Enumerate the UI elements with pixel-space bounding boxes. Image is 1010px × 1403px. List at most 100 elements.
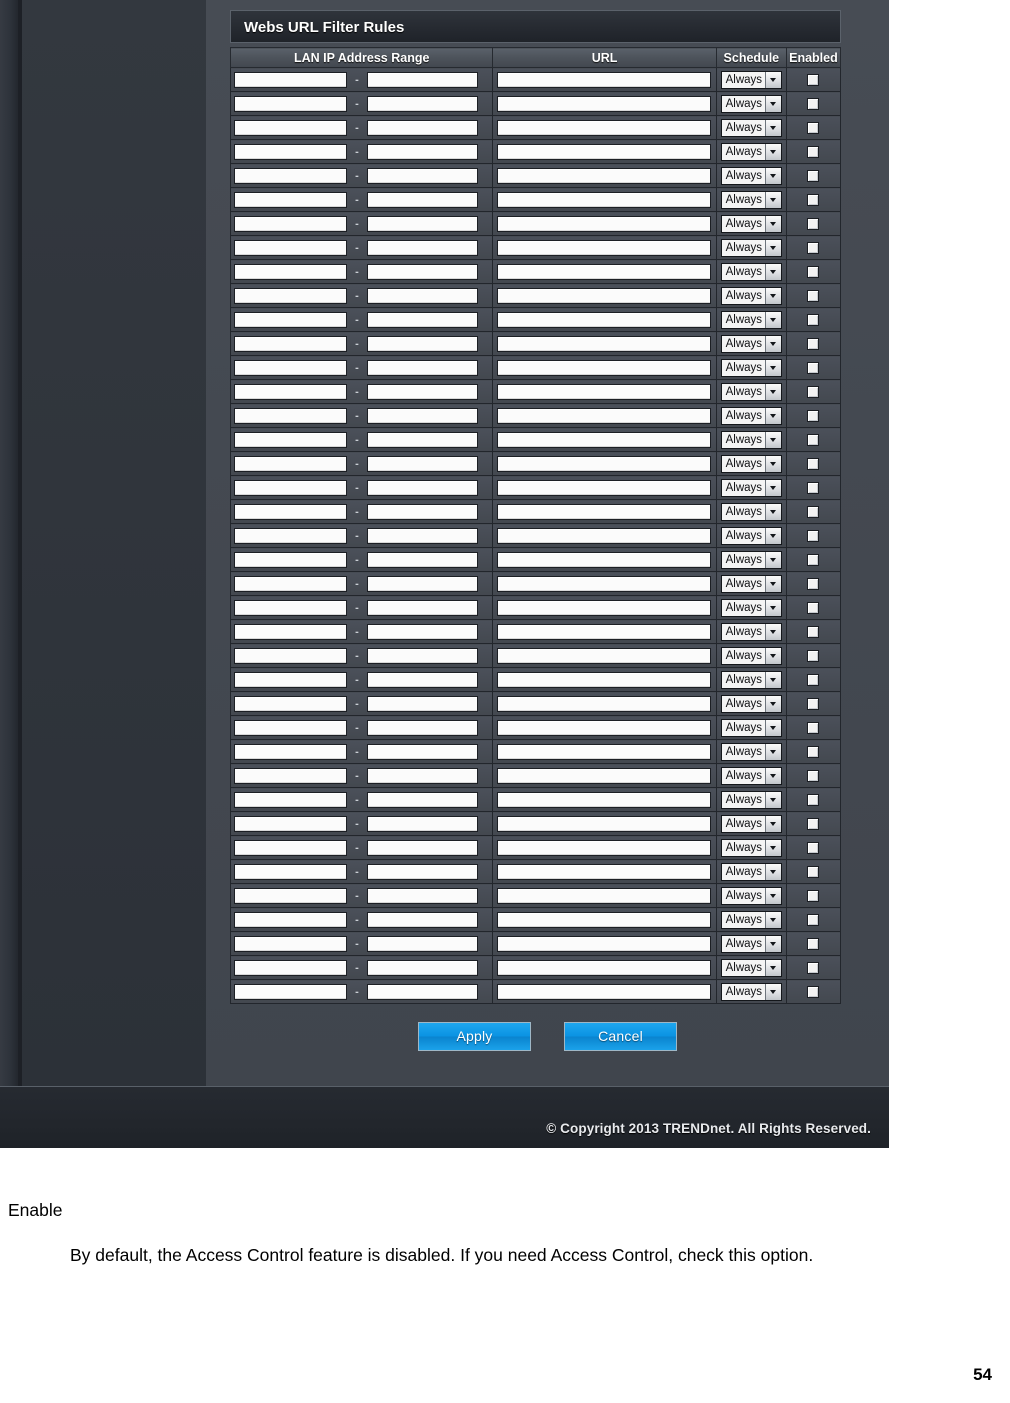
ip-start-input[interactable]: [234, 983, 347, 1000]
url-input[interactable]: [497, 599, 711, 616]
enabled-checkbox[interactable]: [807, 577, 820, 590]
ip-start-input[interactable]: [234, 71, 347, 88]
enabled-checkbox[interactable]: [807, 961, 820, 974]
url-input[interactable]: [497, 119, 711, 136]
schedule-select[interactable]: Always: [720, 166, 783, 185]
url-input[interactable]: [497, 575, 711, 592]
url-input[interactable]: [497, 503, 711, 520]
chevron-down-icon[interactable]: [765, 95, 782, 112]
url-input[interactable]: [497, 191, 711, 208]
ip-end-input[interactable]: [367, 743, 478, 760]
enabled-checkbox[interactable]: [807, 769, 820, 782]
ip-start-input[interactable]: [234, 383, 347, 400]
enabled-checkbox[interactable]: [807, 385, 820, 398]
url-input[interactable]: [497, 695, 711, 712]
ip-start-input[interactable]: [234, 455, 347, 472]
enabled-checkbox[interactable]: [807, 793, 820, 806]
ip-start-input[interactable]: [234, 623, 347, 640]
url-input[interactable]: [497, 983, 711, 1000]
ip-end-input[interactable]: [367, 935, 478, 952]
chevron-down-icon[interactable]: [765, 791, 782, 808]
url-input[interactable]: [497, 959, 711, 976]
ip-start-input[interactable]: [234, 791, 347, 808]
ip-start-input[interactable]: [234, 263, 347, 280]
chevron-down-icon[interactable]: [765, 263, 782, 280]
ip-start-input[interactable]: [234, 527, 347, 544]
ip-end-input[interactable]: [367, 455, 478, 472]
chevron-down-icon[interactable]: [765, 743, 782, 760]
enabled-checkbox[interactable]: [807, 145, 820, 158]
enabled-checkbox[interactable]: [807, 121, 820, 134]
schedule-select[interactable]: Always: [720, 334, 783, 353]
schedule-select[interactable]: Always: [720, 910, 783, 929]
schedule-select[interactable]: Always: [720, 790, 783, 809]
enabled-checkbox[interactable]: [807, 457, 820, 470]
enabled-checkbox[interactable]: [807, 217, 820, 230]
url-input[interactable]: [497, 239, 711, 256]
ip-end-input[interactable]: [367, 527, 478, 544]
enabled-checkbox[interactable]: [807, 673, 820, 686]
ip-end-input[interactable]: [367, 479, 478, 496]
ip-end-input[interactable]: [367, 311, 478, 328]
ip-start-input[interactable]: [234, 215, 347, 232]
ip-end-input[interactable]: [367, 695, 478, 712]
schedule-select[interactable]: Always: [720, 814, 783, 833]
ip-start-input[interactable]: [234, 719, 347, 736]
ip-end-input[interactable]: [367, 359, 478, 376]
url-input[interactable]: [497, 743, 711, 760]
enabled-checkbox[interactable]: [807, 505, 820, 518]
schedule-select[interactable]: Always: [720, 886, 783, 905]
enabled-checkbox[interactable]: [807, 409, 820, 422]
url-input[interactable]: [497, 671, 711, 688]
chevron-down-icon[interactable]: [765, 383, 782, 400]
chevron-down-icon[interactable]: [765, 695, 782, 712]
ip-end-input[interactable]: [367, 71, 478, 88]
schedule-select[interactable]: Always: [720, 454, 783, 473]
ip-end-input[interactable]: [367, 863, 478, 880]
schedule-select[interactable]: Always: [720, 646, 783, 665]
enabled-checkbox[interactable]: [807, 745, 820, 758]
url-input[interactable]: [497, 719, 711, 736]
chevron-down-icon[interactable]: [765, 959, 782, 976]
chevron-down-icon[interactable]: [765, 551, 782, 568]
enabled-checkbox[interactable]: [807, 865, 820, 878]
url-input[interactable]: [497, 767, 711, 784]
chevron-down-icon[interactable]: [765, 935, 782, 952]
schedule-select[interactable]: Always: [720, 550, 783, 569]
enabled-checkbox[interactable]: [807, 481, 820, 494]
schedule-select[interactable]: Always: [720, 262, 783, 281]
enabled-checkbox[interactable]: [807, 241, 820, 254]
enabled-checkbox[interactable]: [807, 841, 820, 854]
enabled-checkbox[interactable]: [807, 529, 820, 542]
ip-end-input[interactable]: [367, 503, 478, 520]
enabled-checkbox[interactable]: [807, 625, 820, 638]
schedule-select[interactable]: Always: [720, 118, 783, 137]
enabled-checkbox[interactable]: [807, 913, 820, 926]
schedule-select[interactable]: Always: [720, 934, 783, 953]
enabled-checkbox[interactable]: [807, 73, 820, 86]
schedule-select[interactable]: Always: [720, 286, 783, 305]
ip-start-input[interactable]: [234, 671, 347, 688]
ip-start-input[interactable]: [234, 911, 347, 928]
url-input[interactable]: [497, 383, 711, 400]
chevron-down-icon[interactable]: [765, 887, 782, 904]
schedule-select[interactable]: Always: [720, 190, 783, 209]
url-input[interactable]: [497, 647, 711, 664]
schedule-select[interactable]: Always: [720, 94, 783, 113]
chevron-down-icon[interactable]: [765, 815, 782, 832]
ip-end-input[interactable]: [367, 887, 478, 904]
ip-end-input[interactable]: [367, 911, 478, 928]
url-input[interactable]: [497, 527, 711, 544]
ip-end-input[interactable]: [367, 959, 478, 976]
ip-end-input[interactable]: [367, 383, 478, 400]
schedule-select[interactable]: Always: [720, 694, 783, 713]
schedule-select[interactable]: Always: [720, 70, 783, 89]
ip-end-input[interactable]: [367, 143, 478, 160]
schedule-select[interactable]: Always: [720, 670, 783, 689]
enabled-checkbox[interactable]: [807, 193, 820, 206]
ip-start-input[interactable]: [234, 95, 347, 112]
enabled-checkbox[interactable]: [807, 169, 820, 182]
enabled-checkbox[interactable]: [807, 433, 820, 446]
url-input[interactable]: [497, 551, 711, 568]
schedule-select[interactable]: Always: [720, 574, 783, 593]
